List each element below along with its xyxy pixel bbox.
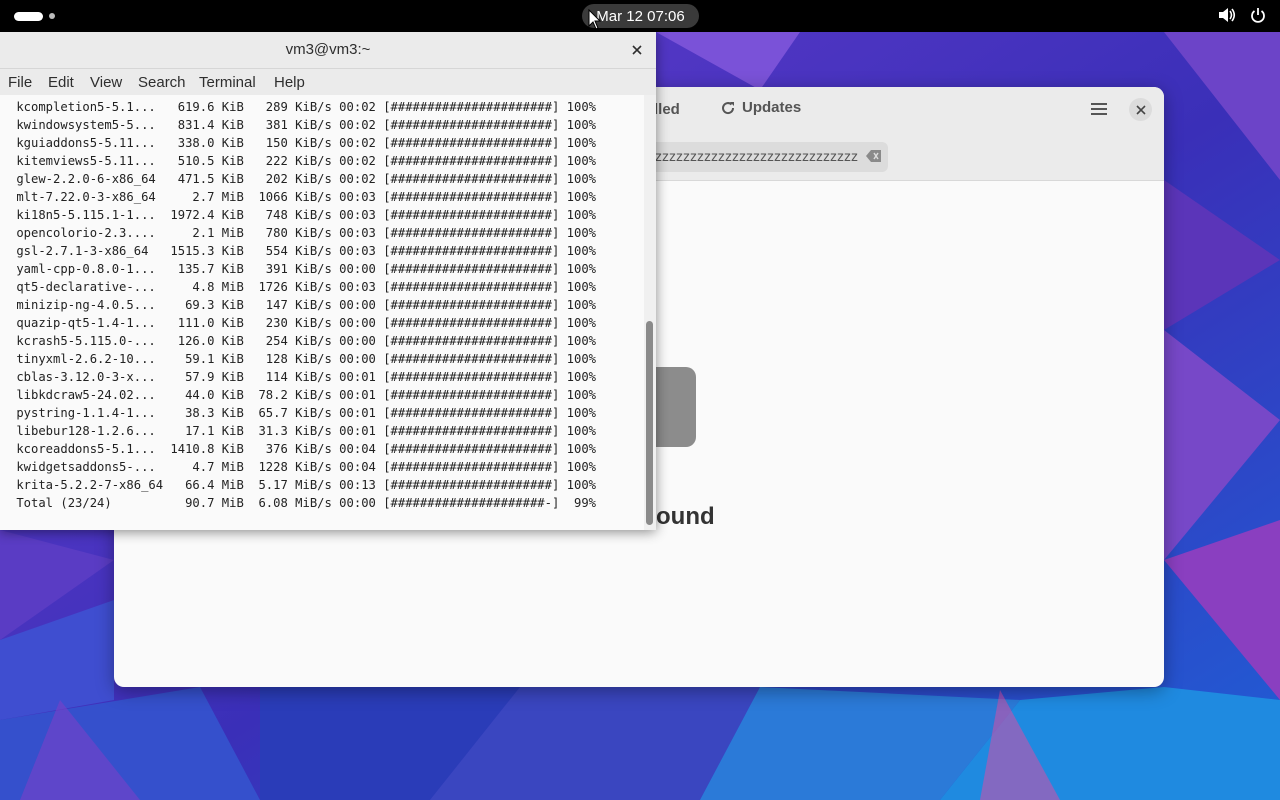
volume-icon	[1219, 8, 1236, 22]
activities-button[interactable]	[14, 10, 55, 22]
menu-edit[interactable]: Edit	[48, 74, 74, 91]
terminal-line: ki18n5-5.115.1-1... 1972.4 KiB 748 KiB/s…	[9, 208, 596, 222]
tab-updates-label: Updates	[742, 99, 802, 116]
hamburger-menu-icon[interactable]	[1090, 101, 1108, 117]
menu-file[interactable]: File	[8, 74, 32, 91]
menu-help[interactable]: Help	[274, 74, 305, 91]
scrollbar-thumb[interactable]	[646, 321, 653, 525]
terminal-line: libebur128-1.2.6... 17.1 KiB 31.3 KiB/s …	[9, 424, 596, 438]
terminal-line: cblas-3.12.0-3-x... 57.9 KiB 114 KiB/s 0…	[9, 370, 596, 384]
terminal-line: krita-5.2.2-7-x86_64 66.4 MiB 5.17 MiB/s…	[9, 478, 596, 492]
software-close-button[interactable]	[1129, 98, 1152, 121]
terminal-window: vm3@vm3:~ File Edit View Search Terminal…	[0, 32, 656, 530]
terminal-line: kcoreaddons5-5.1... 1410.8 KiB 376 KiB/s…	[9, 442, 596, 456]
terminal-line: yaml-cpp-0.8.0-1... 135.7 KiB 391 KiB/s …	[9, 262, 596, 276]
terminal-line: kcrash5-5.115.0-... 126.0 KiB 254 KiB/s …	[9, 334, 596, 348]
tab-installed[interactable]: lled	[654, 101, 680, 118]
terminal-scrollbar[interactable]	[644, 95, 656, 530]
system-tray[interactable]	[1218, 7, 1266, 23]
terminal-line: kitemviews5-5.11... 510.5 KiB 222 KiB/s …	[9, 154, 596, 168]
terminal-line: kwindowsystem5-5... 831.4 KiB 381 KiB/s …	[9, 118, 596, 132]
terminal-output[interactable]: kcompletion5-5.1... 619.6 KiB 289 KiB/s …	[0, 95, 644, 530]
terminal-line: kcompletion5-5.1... 619.6 KiB 289 KiB/s …	[9, 100, 596, 114]
clear-search-icon[interactable]	[866, 150, 882, 162]
menu-view[interactable]: View	[90, 74, 122, 91]
terminal-line: quazip-qt5-1.4-1... 111.0 KiB 230 KiB/s …	[9, 316, 596, 330]
workspace-dot-icon	[49, 13, 55, 19]
terminal-line: minizip-ng-4.0.5... 69.3 KiB 147 KiB/s 0…	[9, 298, 596, 312]
activities-icon	[14, 11, 43, 21]
terminal-line: mlt-7.22.0-3-x86_64 2.7 MiB 1066 KiB/s 0…	[9, 190, 596, 204]
tab-updates[interactable]: Updates	[720, 99, 801, 116]
terminal-line: libkdcraw5-24.02... 44.0 KiB 78.2 KiB/s …	[9, 388, 596, 402]
mouse-cursor-icon	[588, 9, 602, 30]
terminal-line: kguiaddons5-5.11... 338.0 KiB 150 KiB/s …	[9, 136, 596, 150]
close-icon	[1135, 104, 1146, 115]
close-icon[interactable]	[630, 43, 644, 57]
terminal-line: kwidgetsaddons5-... 4.7 MiB 1228 KiB/s 0…	[9, 460, 596, 474]
terminal-titlebar[interactable]: vm3@vm3:~	[0, 32, 656, 69]
top-bar: Mar 12 07:06	[0, 0, 1280, 32]
power-icon	[1251, 8, 1265, 23]
window-title: vm3@vm3:~	[285, 41, 371, 58]
menu-search[interactable]: Search	[138, 74, 186, 91]
terminal-line: glew-2.2.0-6-x86_64 471.5 KiB 202 KiB/s …	[9, 172, 596, 186]
menu-terminal[interactable]: Terminal	[199, 74, 256, 91]
terminal-line: qt5-declarative-... 4.8 MiB 1726 KiB/s 0…	[9, 280, 596, 294]
terminal-line: gsl-2.7.1-3-x86_64 1515.3 KiB 554 KiB/s …	[9, 244, 596, 258]
terminal-line: Total (23/24) 90.7 MiB 6.08 MiB/s 00:00 …	[9, 496, 596, 510]
terminal-line: opencolorio-2.3.... 2.1 MiB 780 KiB/s 00…	[9, 226, 596, 240]
terminal-menubar: File Edit View Search Terminal Help	[0, 69, 656, 95]
refresh-icon	[722, 101, 735, 114]
terminal-line: pystring-1.1.4-1... 38.3 KiB 65.7 KiB/s …	[9, 406, 596, 420]
terminal-line: tinyxml-2.6.2-10... 59.1 KiB 128 KiB/s 0…	[9, 352, 596, 366]
